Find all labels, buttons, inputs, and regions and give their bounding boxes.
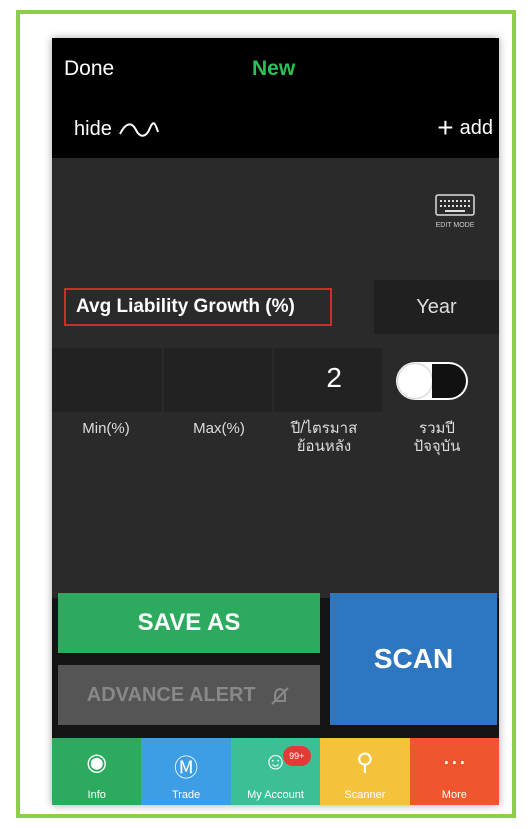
hide-label: hide: [74, 118, 112, 140]
toggle-knob: [398, 364, 432, 398]
criteria-inputs: 2: [52, 348, 499, 412]
keyboard-edit-button[interactable]: EDIT MODE: [428, 194, 482, 234]
period-selector[interactable]: Year: [374, 280, 499, 334]
criteria-field-name[interactable]: Avg Liability Growth (%): [64, 288, 332, 326]
done-button[interactable]: Done: [64, 57, 114, 81]
include-current-label: รวมปี ปัจจุบัน: [387, 420, 487, 456]
tab-bar: ◉ Info Ⓜ Trade ☺ 99+ My Account ⚲ Scanne…: [52, 738, 499, 805]
tab-trade[interactable]: Ⓜ Trade: [141, 738, 231, 805]
tab-more-label: More: [441, 789, 467, 801]
tab-my-account-label: My Account: [247, 789, 304, 801]
more-icon: ⋯: [442, 749, 467, 776]
tab-info[interactable]: ◉ Info: [52, 738, 142, 805]
include-current-label-line1: รวมปี: [419, 420, 455, 437]
hide-button[interactable]: hide: [74, 118, 160, 141]
max-input[interactable]: [164, 348, 272, 412]
advance-alert-button[interactable]: ADVANCE ALERT: [58, 665, 320, 725]
tab-trade-label: Trade: [171, 789, 201, 801]
dollar-icon: Ⓜ: [174, 755, 199, 782]
save-as-button[interactable]: SAVE AS: [58, 593, 320, 653]
plus-icon: +: [437, 112, 454, 143]
criteria-panel: EDIT MODE Avg Liability Growth (%) Year …: [52, 158, 499, 598]
advance-alert-label: ADVANCE ALERT: [86, 684, 256, 706]
add-button[interactable]: + add: [437, 112, 493, 143]
toggle-track: [432, 364, 466, 398]
input-labels: Min(%) Max(%) ปี/ไตรมาส ย้อนหลัง รวมปี ป…: [52, 420, 499, 480]
years-back-label-line1: ปี/ไตรมาส: [290, 420, 358, 437]
top-bar: Done New: [52, 38, 499, 102]
keyboard-icon: [435, 194, 475, 216]
globe-icon: ◉: [86, 749, 108, 776]
min-input[interactable]: [52, 348, 162, 412]
years-back-label-line2: ย้อนหลัง: [296, 438, 352, 455]
notification-badge: 99+: [282, 746, 311, 766]
phone-screen: Done New hide + add EDIT MODE Avg Liabil…: [52, 38, 499, 805]
criteria-row: Avg Liability Growth (%) Year: [52, 274, 499, 336]
hide-add-bar: hide + add: [52, 102, 499, 158]
years-back-label: ปี/ไตรมาส ย้อนหลัง: [274, 420, 374, 456]
tab-my-account[interactable]: ☺ 99+ My Account: [230, 738, 321, 805]
new-title: New: [252, 57, 296, 80]
max-label: Max(%): [193, 420, 245, 437]
tab-scanner-label: Scanner: [344, 789, 386, 801]
years-back-input[interactable]: 2: [274, 348, 382, 412]
min-label: Min(%): [82, 420, 130, 437]
years-back-value: 2: [326, 362, 342, 393]
add-label: add: [459, 116, 493, 139]
wave-icon: [118, 121, 159, 137]
tab-scanner[interactable]: ⚲ Scanner: [320, 738, 410, 805]
include-current-toggle[interactable]: [396, 362, 468, 400]
keyboard-label: EDIT MODE: [435, 222, 475, 229]
scan-button[interactable]: SCAN: [330, 593, 497, 725]
tab-more[interactable]: ⋯ More: [409, 738, 499, 805]
include-current-label-line2: ปัจจุบัน: [413, 438, 461, 455]
bell-off-icon: [271, 687, 289, 705]
tab-info-label: Info: [87, 789, 106, 801]
search-icon: ⚲: [356, 749, 374, 776]
